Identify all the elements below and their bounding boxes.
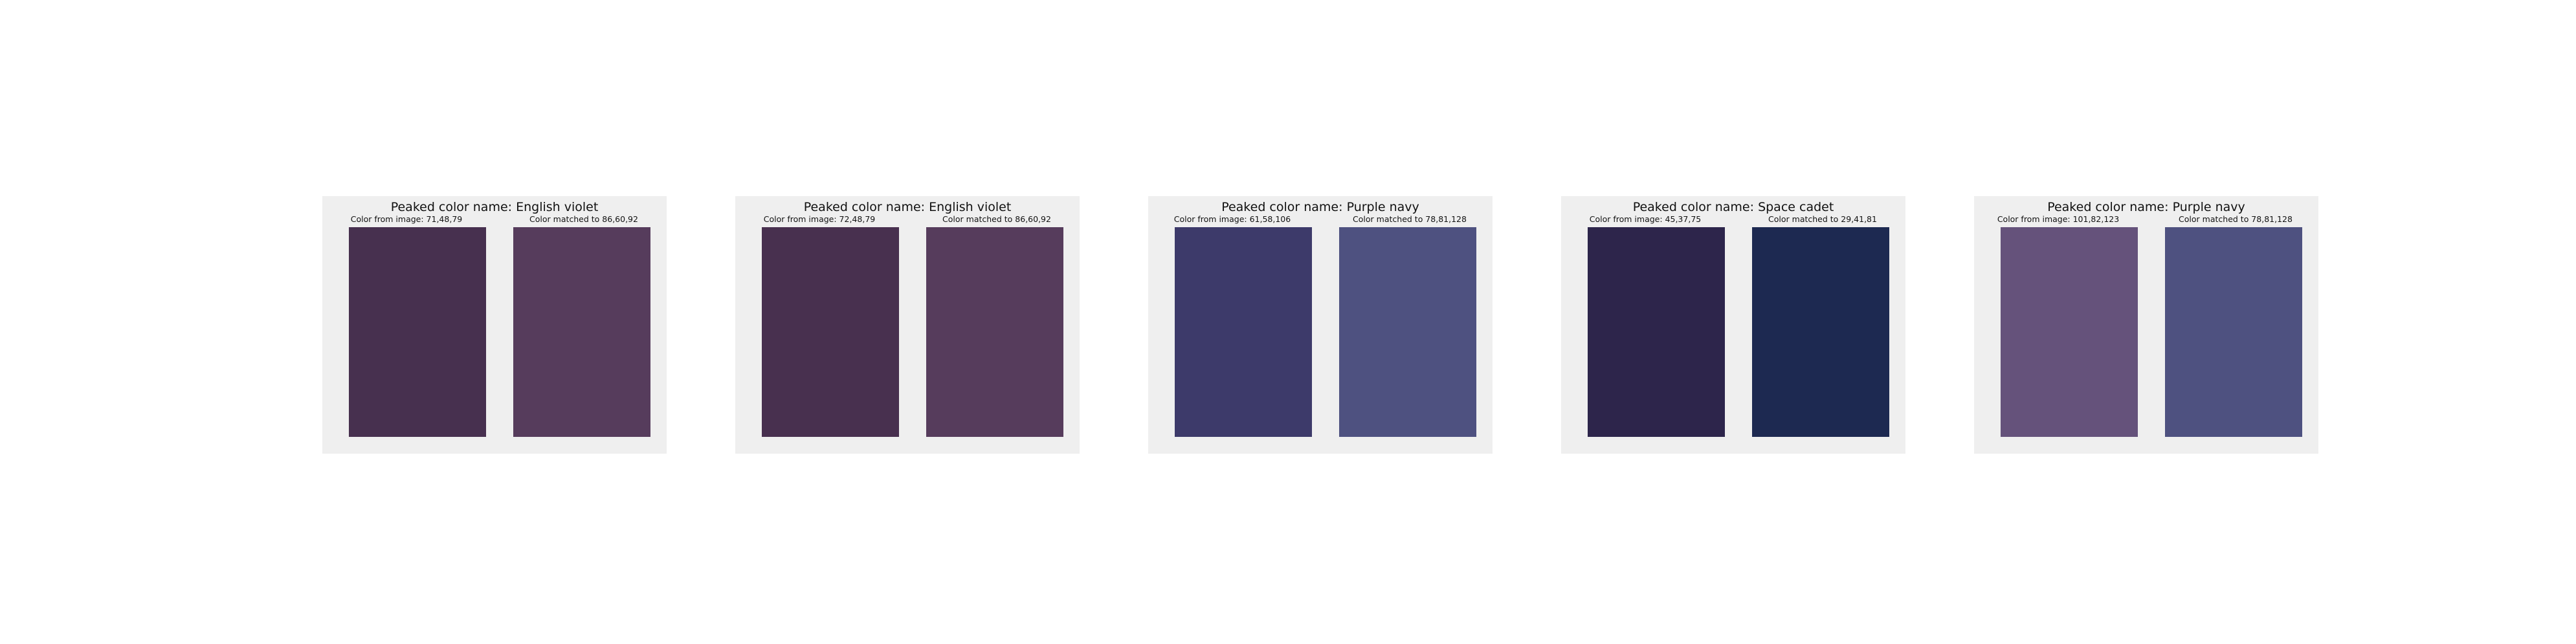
color-panel-3: Peaked color name: Purple navy Color fro… — [1148, 196, 1493, 454]
color-panel-4: Peaked color name: Space cadet Color fro… — [1561, 196, 1905, 454]
panel-title: Peaked color name: English violet — [803, 200, 1012, 214]
matched-color-swatch — [926, 227, 1063, 437]
color-panel-2: Peaked color name: English violet Color … — [735, 196, 1080, 454]
image-color-swatch — [762, 227, 899, 437]
image-color-swatch — [1588, 227, 1725, 437]
matched-color-label: Color matched to 78,81,128 — [1353, 214, 1467, 224]
matched-color-label: Color matched to 86,60,92 — [529, 214, 638, 224]
image-color-label: Color from image: 45,37,75 — [1589, 214, 1702, 224]
image-color-label: Color from image: 71,48,79 — [350, 214, 463, 224]
image-color-swatch — [349, 227, 486, 437]
panel-title: Peaked color name: English violet — [390, 200, 599, 214]
matched-color-label: Color matched to 29,41,81 — [1768, 214, 1877, 224]
figure-canvas: Peaked color name: English violet Color … — [0, 0, 2576, 644]
image-color-label: Color from image: 72,48,79 — [763, 214, 876, 224]
color-panel-1: Peaked color name: English violet Color … — [322, 196, 667, 454]
panel-title: Peaked color name: Purple navy — [2047, 200, 2245, 214]
panel-title: Peaked color name: Space cadet — [1632, 200, 1834, 214]
color-panel-5: Peaked color name: Purple navy Color fro… — [1974, 196, 2318, 454]
matched-color-label: Color matched to 86,60,92 — [942, 214, 1051, 224]
matched-color-swatch — [513, 227, 650, 437]
image-color-swatch — [1175, 227, 1312, 437]
image-color-label: Color from image: 101,82,123 — [1997, 214, 2120, 224]
matched-color-swatch — [1752, 227, 1889, 437]
image-color-label: Color from image: 61,58,106 — [1173, 214, 1291, 224]
matched-color-label: Color matched to 78,81,128 — [2179, 214, 2293, 224]
matched-color-swatch — [1339, 227, 1476, 437]
panel-title: Peaked color name: Purple navy — [1221, 200, 1419, 214]
image-color-swatch — [2001, 227, 2138, 437]
matched-color-swatch — [2165, 227, 2302, 437]
